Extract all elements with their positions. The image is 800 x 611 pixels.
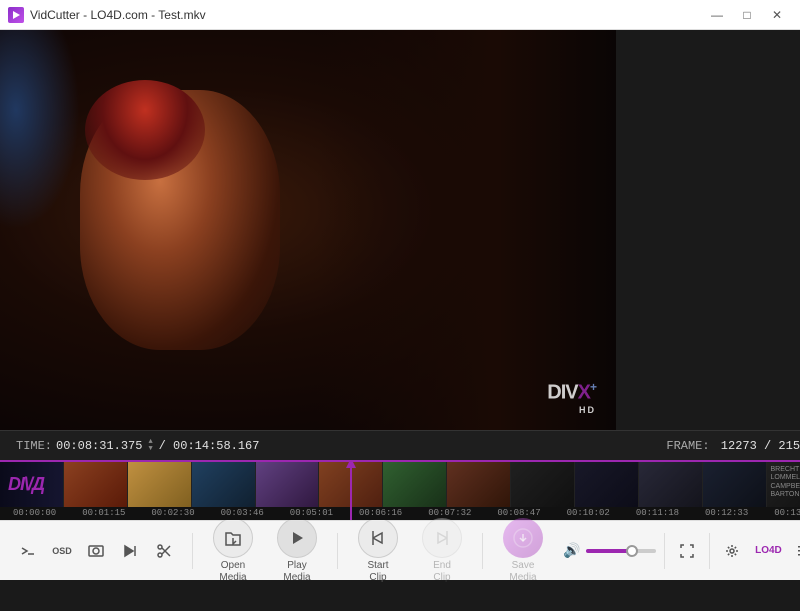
save-media-icon (503, 518, 543, 558)
thumb-4 (256, 462, 320, 507)
playhead[interactable] (350, 462, 352, 520)
divx-watermark: DIVX+ HD (547, 380, 596, 415)
tick-6: 00:07:32 (415, 508, 484, 518)
thumbnail-strip: DI\/Д BRECHT VAN LOMMELCAMPBELL BARTON (0, 462, 800, 507)
frame-info: FRAME: 12273 / 21556 (666, 439, 800, 453)
thumb-9 (575, 462, 639, 507)
play-media-button[interactable]: PlayMedia (269, 516, 325, 586)
osd-button[interactable]: OSD (46, 535, 78, 567)
volume-control: 🔊 (563, 542, 656, 559)
timeline[interactable]: DI\/Д BRECHT VAN LOMMELCAMPBELL BARTON (0, 460, 800, 520)
console-button[interactable] (12, 535, 44, 567)
tick-8: 00:10:02 (554, 508, 623, 518)
video-player[interactable]: DIVX+ HD (0, 30, 616, 430)
toolbar: OSD (0, 520, 800, 580)
thumb-6 (383, 462, 447, 507)
console-group: OSD (12, 535, 180, 567)
window-title: VidCutter - LO4D.com - Test.mkv (30, 8, 702, 22)
tick-11: 00:13:48 (761, 508, 800, 518)
titlebar: VidCutter - LO4D.com - Test.mkv — □ ✕ (0, 0, 800, 30)
time-bar: TIME: 00:08:31.375 ▲ ▼ / 00:14:58.167 FR… (0, 430, 800, 460)
thumb-1 (64, 462, 128, 507)
right-toolbar: 🔊 (559, 533, 800, 569)
play-media-label: PlayMedia (283, 560, 310, 584)
time-label: TIME: (16, 439, 52, 453)
end-clip-label: EndClip (433, 560, 451, 584)
divider-4 (664, 533, 665, 569)
left-panel: DIVX+ HD TIME: 00:08:31.375 ▲ ▼ / 00:14:… (0, 30, 800, 611)
lo4d-logo: LO4D (750, 537, 786, 565)
tick-9: 00:11:18 (623, 508, 692, 518)
thumb-11 (703, 462, 767, 507)
tick-5: 00:06:16 (346, 508, 415, 518)
frame-label: FRAME: (666, 439, 709, 453)
app-icon (8, 7, 24, 23)
thumb-2 (128, 462, 192, 507)
volume-thumb (626, 545, 638, 557)
fullscreen-button[interactable] (673, 537, 701, 565)
time-stepper[interactable]: ▲ ▼ (148, 439, 152, 453)
timeline-labels: 00:00:00 00:01:15 00:02:30 00:03:46 00:0… (0, 506, 800, 520)
menu-button[interactable] (790, 537, 800, 565)
volume-slider[interactable] (586, 549, 656, 553)
tick-7: 00:08:47 (484, 508, 553, 518)
thumb-10 (639, 462, 703, 507)
next-frame-button[interactable] (114, 535, 146, 567)
current-frame: 12273 (721, 439, 757, 453)
open-media-label: OpenMedia (219, 560, 246, 584)
volume-icon: 🔊 (563, 542, 580, 559)
thumb-0: DI\/Д (0, 462, 64, 507)
scene-bg (0, 30, 80, 230)
current-time: 00:08:31.375 (56, 439, 142, 453)
tick-2: 00:02:30 (138, 508, 207, 518)
settings-button[interactable] (718, 537, 746, 565)
save-media-button[interactable]: SaveMedia (495, 516, 551, 586)
end-clip-icon (422, 518, 462, 558)
thumb-8 (511, 462, 575, 507)
cut-button[interactable] (148, 535, 180, 567)
tick-10: 00:12:33 (692, 508, 761, 518)
divider-2 (337, 533, 338, 569)
save-media-label: SaveMedia (509, 560, 536, 584)
maximize-button[interactable]: □ (732, 0, 762, 30)
main-area: DIVX+ HD TIME: 00:08:31.375 ▲ ▼ / 00:14:… (0, 30, 800, 611)
tick-4: 00:05:01 (277, 508, 346, 518)
tick-0: 00:00:00 (0, 508, 69, 518)
open-media-button[interactable]: OpenMedia (205, 516, 261, 586)
thumb-12: BRECHT VAN LOMMELCAMPBELL BARTON (767, 462, 800, 507)
divider-1 (192, 533, 193, 569)
scene-hair (85, 80, 205, 180)
start-clip-icon (358, 518, 398, 558)
total-frames: / 21556 (764, 439, 800, 453)
diva-logo: DI\/Д (0, 462, 63, 507)
end-clip-button[interactable]: EndClip (414, 516, 470, 586)
tick-1: 00:01:15 (69, 508, 138, 518)
close-button[interactable]: ✕ (762, 0, 792, 30)
play-media-icon (277, 518, 317, 558)
open-media-icon (213, 518, 253, 558)
thumb-3 (192, 462, 256, 507)
minimize-button[interactable]: — (702, 0, 732, 30)
window-controls: — □ ✕ (702, 0, 792, 30)
screenshot-button[interactable] (80, 535, 112, 567)
video-frame: DIVX+ HD (0, 30, 616, 430)
divider-3 (482, 533, 483, 569)
total-time: / 00:14:58.167 (159, 439, 260, 453)
start-clip-button[interactable]: StartClip (350, 516, 406, 586)
scene-shadow (316, 30, 616, 430)
start-clip-label: StartClip (367, 560, 388, 584)
thumb-7 (447, 462, 511, 507)
tick-3: 00:03:46 (208, 508, 277, 518)
divider-5 (709, 533, 710, 569)
